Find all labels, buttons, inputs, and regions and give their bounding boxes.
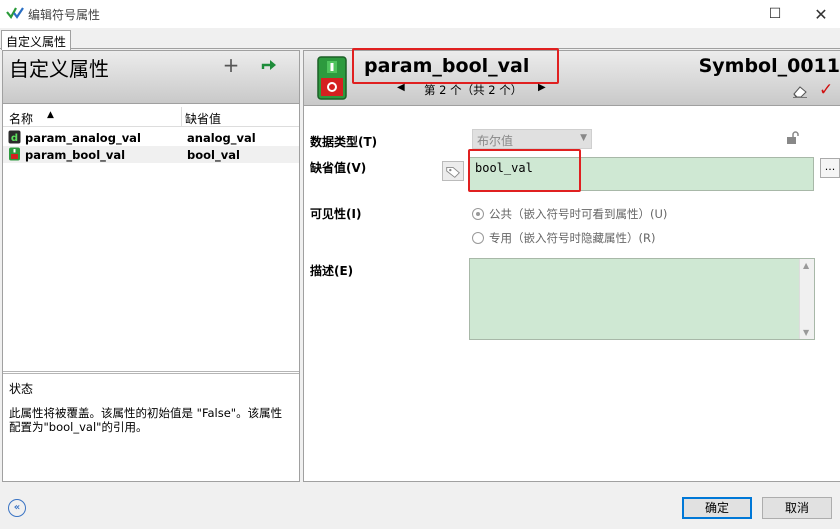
scroll-up-icon[interactable]: ▲ bbox=[803, 261, 809, 270]
unlock-icon[interactable] bbox=[786, 131, 800, 145]
column-separator[interactable] bbox=[181, 107, 182, 127]
description-label: 描述(E) bbox=[310, 264, 354, 278]
title-bar: 编辑符号属性 ☐ ✕ bbox=[0, 0, 840, 28]
default-value-label: 缺省值(V) bbox=[310, 161, 367, 175]
bottom-bar: « 确定 取消 bbox=[0, 484, 840, 529]
collapse-button[interactable]: « bbox=[8, 499, 26, 517]
tab-strip: 自定义属性 bbox=[0, 28, 840, 50]
row-name: param_bool_val bbox=[25, 148, 126, 162]
left-pane-header: 自定义属性 + bbox=[3, 51, 299, 104]
row-default: bool_val bbox=[187, 148, 240, 162]
tab-custom-properties[interactable]: 自定义属性 bbox=[1, 30, 72, 50]
properties-list-pane: 自定义属性 + 名称 ▲ 缺省值 d param_analog_val anal… bbox=[2, 50, 300, 482]
close-button[interactable]: ✕ bbox=[798, 0, 840, 28]
description-scrollbar[interactable]: ▲ ▼ bbox=[799, 259, 814, 339]
eraser-icon[interactable] bbox=[792, 84, 808, 98]
property-detail-pane: param_bool_val Symbol_0011 ◀ 第 2 个（共 2 个… bbox=[303, 48, 840, 482]
browse-button[interactable]: ... bbox=[820, 158, 840, 178]
row-default: analog_val bbox=[187, 131, 256, 145]
maximize-button[interactable]: ☐ bbox=[752, 0, 798, 28]
status-title: 状态 bbox=[9, 382, 34, 396]
window-title: 编辑符号属性 bbox=[28, 8, 101, 22]
checkmark-icon[interactable]: ✓ bbox=[819, 80, 833, 100]
status-area: 状态 此属性将被覆盖。该属性的初始值是 "False"。该属性配置为"bool_… bbox=[3, 371, 299, 481]
bool-param-icon bbox=[9, 147, 20, 161]
column-headers: 名称 ▲ 缺省值 bbox=[3, 107, 299, 127]
record-navigation-text: 第 2 个（共 2 个） bbox=[424, 83, 523, 97]
chevron-down-icon: ▼ bbox=[580, 133, 587, 143]
visibility-label: 可见性(I) bbox=[310, 207, 362, 221]
table-row[interactable]: d param_analog_val analog_val bbox=[3, 129, 299, 146]
row-name: param_analog_val bbox=[25, 131, 141, 145]
next-arrow-icon[interactable]: ▶ bbox=[538, 82, 546, 93]
prev-arrow-icon[interactable]: ◀ bbox=[397, 82, 405, 93]
highlight-box bbox=[468, 149, 581, 192]
app-icon bbox=[6, 7, 24, 19]
add-property-button[interactable]: + bbox=[221, 53, 241, 77]
description-textarea[interactable]: ▲ ▼ bbox=[469, 258, 815, 340]
data-type-select[interactable]: 布尔值 ▼ bbox=[472, 129, 592, 149]
status-text: 此属性将被覆盖。该属性的初始值是 "False"。该属性配置为"bool_val… bbox=[9, 406, 283, 434]
svg-text:d: d bbox=[11, 133, 18, 144]
radio-private-label: 专用（嵌入符号时隐藏属性）(R) bbox=[489, 231, 656, 245]
export-arrow-icon[interactable] bbox=[261, 57, 279, 73]
column-header-default[interactable]: 缺省值 bbox=[185, 110, 221, 127]
data-type-value: 布尔值 bbox=[477, 134, 514, 148]
ok-button[interactable]: 确定 bbox=[682, 497, 752, 519]
bool-switch-icon bbox=[317, 56, 347, 100]
close-icon: ✕ bbox=[814, 4, 828, 24]
cancel-button[interactable]: 取消 bbox=[762, 497, 832, 519]
symbol-name-title: Symbol_0011 bbox=[698, 55, 840, 77]
analog-param-icon: d bbox=[8, 130, 21, 144]
radio-private[interactable]: 专用（嵌入符号时隐藏属性）(R) bbox=[472, 230, 655, 246]
table-row[interactable]: param_bool_val bool_val bbox=[3, 146, 299, 163]
sort-ascending-icon: ▲ bbox=[47, 110, 54, 120]
highlight-box bbox=[352, 48, 559, 84]
scroll-down-icon[interactable]: ▼ bbox=[803, 328, 809, 337]
radio-public-label: 公共（嵌入符号时可看到属性）(U) bbox=[489, 207, 668, 221]
column-header-name[interactable]: 名称 bbox=[9, 110, 33, 127]
right-pane-header: param_bool_val Symbol_0011 ◀ 第 2 个（共 2 个… bbox=[304, 48, 840, 106]
maximize-icon: ☐ bbox=[768, 6, 782, 22]
radio-selected-icon bbox=[472, 208, 484, 220]
data-type-label: 数据类型(T) bbox=[310, 135, 378, 149]
radio-unselected-icon bbox=[472, 232, 484, 244]
pane-heading: 自定义属性 bbox=[9, 57, 109, 81]
tag-icon[interactable] bbox=[442, 161, 464, 181]
radio-public[interactable]: 公共（嵌入符号时可看到属性）(U) bbox=[472, 206, 667, 222]
